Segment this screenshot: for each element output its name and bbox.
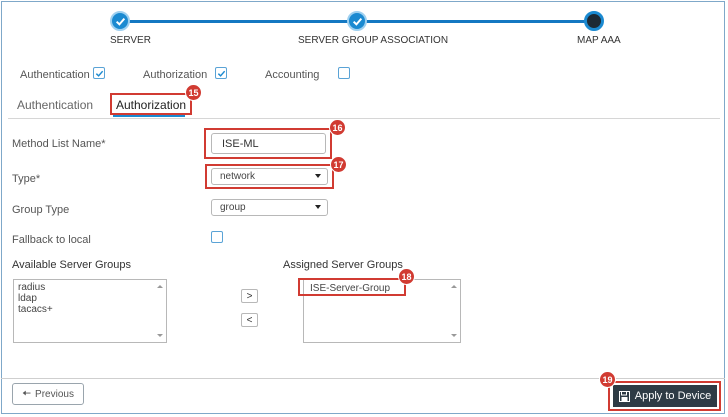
authentication-checkbox[interactable] [93,67,105,79]
wizard-step-map-aaa[interactable] [584,11,604,31]
available-server-groups-label: Available Server Groups [12,259,132,271]
callout-badge-19: 19 [599,371,616,388]
group-type-select[interactable]: group [211,199,328,216]
list-item[interactable]: radius [14,282,166,293]
aaa-wizard-panel [1,1,725,414]
available-server-groups-list[interactable]: radius ldap tacacs+ [13,279,167,343]
scroll-up-icon[interactable] [157,285,163,288]
apply-to-device-button[interactable]: Apply to Device [613,385,717,407]
apply-to-device-label: Apply to Device [634,390,712,402]
fallback-to-local-checkbox[interactable] [211,231,223,243]
callout-badge-17: 17 [330,156,347,173]
callout-box-method-list-name [204,128,332,159]
scroll-up-icon[interactable] [451,285,457,288]
save-icon [618,390,630,402]
group-type-label: Group Type [12,204,70,216]
callout-box-assigned-group [298,278,406,296]
check-icon [115,17,125,26]
authorization-checkbox[interactable] [215,67,227,79]
move-left-button[interactable]: < [241,313,258,327]
check-icon [95,70,103,77]
type-label: Type* [12,173,41,185]
callout-badge-15: 15 [185,84,202,101]
accounting-checkbox[interactable] [338,67,350,79]
scroll-down-icon[interactable] [451,334,457,337]
wizard-step-server-group-association-label: SERVER GROUP ASSOCIATION [298,35,449,46]
authentication-option-label: Authentication [20,69,90,81]
fallback-to-local-label: Fallback to local [12,234,91,246]
previous-button-label: Previous [35,388,74,400]
authorization-option-label: Authorization [143,69,208,81]
wizard-step-server-group-association[interactable] [347,11,367,31]
wizard-step-map-aaa-label: MAP AAA [577,35,621,46]
callout-badge-16: 16 [329,119,346,136]
list-item[interactable]: ldap [14,293,166,304]
scroll-down-icon[interactable] [157,334,163,337]
assigned-server-groups-label: Assigned Server Groups [283,259,403,271]
check-icon [352,17,362,26]
arrow-left-icon: 🠤 [22,387,32,400]
callout-badge-18: 18 [398,268,415,285]
tabs-divider [8,118,720,119]
wizard-step-server-label: SERVER [110,35,151,46]
tab-authentication[interactable]: Authentication [17,98,93,112]
method-list-name-label: Method List Name* [12,138,106,150]
chevron-down-icon [315,205,321,209]
callout-box-authorization-tab [110,93,192,115]
move-right-button[interactable]: > [241,289,258,303]
callout-box-type [205,164,334,189]
list-item[interactable]: tacacs+ [14,304,166,315]
previous-button[interactable]: 🠤 Previous [12,383,84,405]
check-icon [217,70,225,77]
wizard-step-server[interactable] [110,11,130,31]
group-type-select-value: group [220,202,246,213]
accounting-option-label: Accounting [265,69,320,81]
footer-divider [1,378,725,379]
